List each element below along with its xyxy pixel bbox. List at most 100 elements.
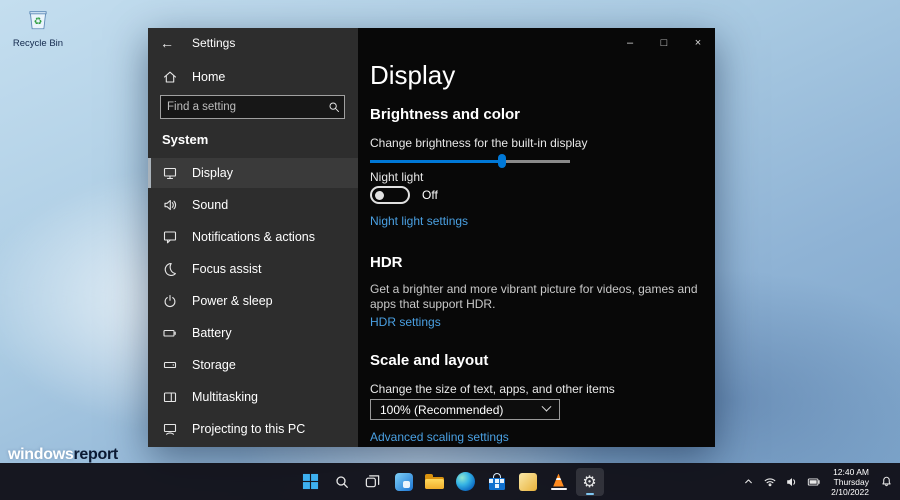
battery-button[interactable] xyxy=(804,469,824,495)
svg-text:♻: ♻ xyxy=(34,16,43,27)
taskbar-clock[interactable]: 12:40 AM Thursday 2/10/2022 xyxy=(831,467,869,497)
start-button[interactable] xyxy=(297,468,325,496)
edge-icon xyxy=(456,472,475,491)
edge-button[interactable] xyxy=(452,468,480,496)
sidebar-item-display[interactable]: Display xyxy=(148,158,358,188)
search-box[interactable] xyxy=(160,95,345,119)
file-explorer-icon xyxy=(424,473,445,490)
widgets-icon xyxy=(394,472,413,491)
sidebar-section-label: System xyxy=(162,132,209,147)
night-light-settings-link[interactable]: Night light settings xyxy=(370,214,468,228)
power-icon xyxy=(164,294,176,308)
vlc-button[interactable] xyxy=(545,468,573,496)
clock-date: 2/10/2022 xyxy=(831,486,869,497)
titlebar: ← Settings – □ × xyxy=(148,28,715,58)
multitasking-icon xyxy=(163,392,177,403)
network-button[interactable] xyxy=(760,469,780,495)
sidebar-item-focus-assist[interactable]: Focus assist xyxy=(148,254,358,284)
wifi-icon xyxy=(764,477,776,486)
brightness-slider-fill xyxy=(370,160,502,163)
close-button[interactable]: × xyxy=(681,28,715,58)
vlc-icon xyxy=(550,473,567,490)
sidebar-item-sound[interactable]: Sound xyxy=(148,190,358,220)
hdr-section-heading: HDR xyxy=(370,254,403,271)
night-light-toggle[interactable] xyxy=(370,186,410,204)
task-view-icon xyxy=(365,475,380,488)
volume-button[interactable] xyxy=(782,469,802,495)
battery-icon xyxy=(808,477,820,486)
search-icon xyxy=(335,475,348,488)
taskbar: ⚙ 12:40 AM Thursday 2/10/2022 xyxy=(0,463,900,500)
display-icon xyxy=(163,167,177,180)
app-button[interactable] xyxy=(514,468,542,496)
scale-dropdown-value: 100% (Recommended) xyxy=(380,402,504,417)
file-explorer-button[interactable] xyxy=(421,468,449,496)
projecting-icon xyxy=(163,423,177,435)
search-button[interactable] xyxy=(328,468,356,496)
brightness-section-heading: Brightness and color xyxy=(370,106,521,123)
clock-day: Thursday xyxy=(833,476,869,487)
task-view-button[interactable] xyxy=(359,468,387,496)
chevron-down-icon xyxy=(541,401,552,412)
battery-icon xyxy=(163,329,176,337)
sidebar-item-notifications[interactable]: Notifications & actions xyxy=(148,222,358,252)
night-light-state: Off xyxy=(422,188,438,202)
page-title: Display xyxy=(370,60,456,90)
sidebar-item-power-sleep[interactable]: Power & sleep xyxy=(148,286,358,316)
back-button[interactable]: ← xyxy=(160,35,174,51)
brightness-slider-track xyxy=(370,160,570,163)
gear-icon: ⚙ xyxy=(582,471,597,491)
store-button[interactable] xyxy=(483,468,511,496)
sound-icon xyxy=(164,199,177,211)
toggle-knob xyxy=(375,190,384,200)
home-label: Home xyxy=(192,70,226,84)
home-icon xyxy=(163,71,177,83)
recycle-bin-icon: ♻ xyxy=(29,11,47,30)
scale-label: Change the size of text, apps, and other… xyxy=(370,382,615,396)
brightness-slider[interactable] xyxy=(370,154,570,168)
recycle-bin-desktop-icon[interactable]: ♻ Recycle Bin xyxy=(8,6,68,49)
night-light-label: Night light xyxy=(370,170,424,184)
advanced-scaling-link[interactable]: Advanced scaling settings xyxy=(370,430,509,444)
storage-icon xyxy=(163,361,177,369)
notifications-button[interactable] xyxy=(876,469,896,495)
sidebar-item-storage[interactable]: Storage xyxy=(148,350,358,380)
scale-dropdown[interactable]: 100% (Recommended) xyxy=(370,399,560,420)
window-title: Settings xyxy=(192,36,236,50)
notifications-icon xyxy=(163,231,177,244)
sidebar-nav: Display Sound Notifications & actions Fo… xyxy=(148,158,358,446)
focus-assist-icon xyxy=(164,263,176,276)
recycle-bin-label: Recycle Bin xyxy=(12,38,64,49)
maximize-button[interactable]: □ xyxy=(647,28,681,58)
hdr-description: Get a brighter and more vibrant picture … xyxy=(370,282,698,311)
brightness-slider-label: Change brightness for the built-in displ… xyxy=(370,136,588,150)
search-icon xyxy=(329,102,340,113)
desktop: ♻ Recycle Bin windowsreport ← Settings –… xyxy=(0,0,900,500)
clock-time: 12:40 AM xyxy=(833,466,869,477)
system-tray: 12:40 AM Thursday 2/10/2022 xyxy=(738,463,896,500)
taskbar-center-icons: ⚙ xyxy=(295,463,605,500)
brightness-slider-thumb[interactable] xyxy=(498,154,506,168)
hidden-icons-button[interactable] xyxy=(738,469,758,495)
windowsreport-watermark: windowsreport xyxy=(8,446,118,463)
search-input[interactable] xyxy=(161,101,327,113)
windows-logo-icon xyxy=(302,473,319,490)
volume-icon xyxy=(787,477,796,486)
sidebar-item-projecting[interactable]: Projecting to this PC xyxy=(148,414,358,444)
app-icon xyxy=(518,472,537,491)
settings-sidebar: Home System Display xyxy=(148,58,358,447)
bell-icon xyxy=(881,476,891,487)
hdr-settings-link[interactable]: HDR settings xyxy=(370,315,441,329)
widgets-button[interactable] xyxy=(390,468,418,496)
sidebar-item-home[interactable]: Home xyxy=(148,62,358,92)
settings-window: ← Settings – □ × Home Find a setting Sys… xyxy=(148,28,715,447)
minimize-button[interactable]: – xyxy=(613,28,647,58)
sidebar-item-battery[interactable]: Battery xyxy=(148,318,358,348)
settings-button[interactable]: ⚙ xyxy=(575,467,604,496)
scale-section-heading: Scale and layout xyxy=(370,352,489,369)
store-icon xyxy=(488,472,506,491)
sidebar-item-multitasking[interactable]: Multitasking xyxy=(148,382,358,412)
settings-content: Display Brightness and color Change brig… xyxy=(358,58,715,447)
chevron-up-icon xyxy=(744,479,752,484)
selected-indicator xyxy=(148,158,151,188)
